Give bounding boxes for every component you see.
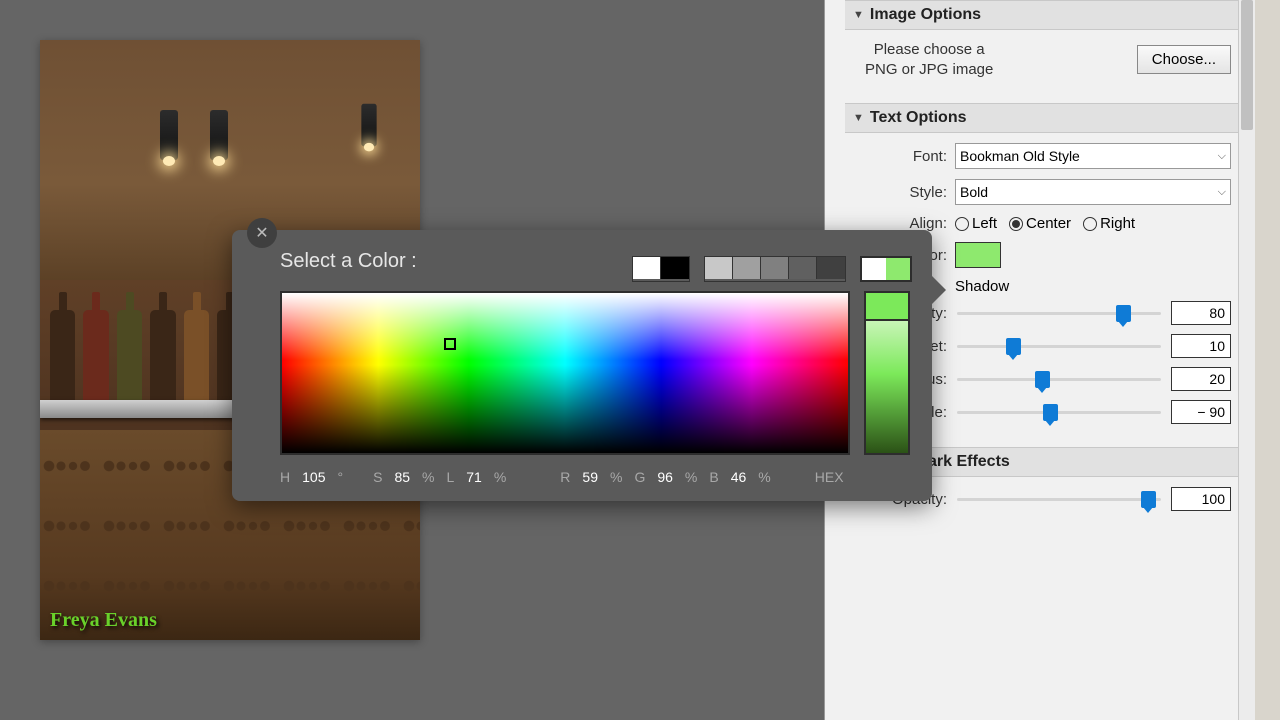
align-right-radio[interactable]: Right xyxy=(1083,215,1135,232)
swatch-gray2[interactable] xyxy=(733,257,761,279)
image-hint: Please choose a PNG or JPG image xyxy=(865,40,993,79)
section-title: Text Options xyxy=(870,109,967,127)
old-color xyxy=(862,258,886,280)
align-left-radio[interactable]: Left xyxy=(955,215,997,232)
g-value[interactable]: 96 xyxy=(657,469,673,485)
gray-swatches xyxy=(704,256,846,282)
shadow-offset-slider[interactable] xyxy=(957,336,1161,356)
font-select[interactable]: Bookman Old Style ⌵ xyxy=(955,143,1231,169)
swatch-gray1[interactable] xyxy=(705,257,733,279)
chevron-down-icon: ⌵ xyxy=(1218,186,1226,199)
shadow-opacity-field[interactable] xyxy=(1171,301,1231,325)
shadow-angle-field[interactable] xyxy=(1171,400,1231,424)
close-button[interactable]: ✕ xyxy=(247,218,277,248)
panel-scrollbar[interactable] xyxy=(1238,0,1255,720)
l-value[interactable]: 71 xyxy=(466,469,482,485)
swatch-black[interactable] xyxy=(661,257,689,279)
shadow-angle-slider[interactable] xyxy=(957,402,1161,422)
choose-button[interactable]: Choose... xyxy=(1137,45,1231,74)
shadow-opacity-slider[interactable] xyxy=(957,303,1161,323)
color-gradient[interactable] xyxy=(280,291,850,455)
section-title: Image Options xyxy=(870,6,981,24)
r-value[interactable]: 59 xyxy=(582,469,598,485)
h-value[interactable]: 105 xyxy=(302,469,325,485)
color-picker-popup: ✕ Select a Color : xyxy=(232,230,932,501)
align-center-radio[interactable]: Center xyxy=(1009,215,1071,232)
shadow-radius-slider[interactable] xyxy=(957,369,1161,389)
bw-swatches xyxy=(632,256,690,282)
swatch-gray3[interactable] xyxy=(761,257,789,279)
scrollbar-thumb[interactable] xyxy=(1241,0,1253,130)
section-image-options[interactable]: ▼ Image Options xyxy=(845,0,1241,30)
shadow-offset-field[interactable] xyxy=(1171,334,1231,358)
b-value[interactable]: 46 xyxy=(731,469,747,485)
new-color xyxy=(886,258,910,280)
close-icon: ✕ xyxy=(255,223,268,243)
picker-title: Select a Color : xyxy=(280,250,417,273)
shadow-label: Shadow xyxy=(955,278,1231,295)
fx-opacity-slider[interactable] xyxy=(957,489,1161,509)
chevron-down-icon: ▼ xyxy=(853,112,864,124)
watermark-text: Freya Evans xyxy=(50,609,157,632)
section-text-options[interactable]: ▼ Text Options xyxy=(845,103,1241,133)
pointer-arrow-icon xyxy=(930,274,946,306)
fx-opacity-field[interactable] xyxy=(1171,487,1231,511)
chevron-down-icon: ▼ xyxy=(853,9,864,21)
shadow-radius-field[interactable] xyxy=(1171,367,1231,391)
lightness-bar[interactable] xyxy=(864,291,910,455)
chevron-down-icon: ⌵ xyxy=(1218,150,1226,163)
gradient-cursor[interactable] xyxy=(444,338,456,350)
picker-values: H105° S85% L71% R59% G96% B46% HEX xyxy=(280,469,912,485)
style-label: Style: xyxy=(865,184,947,201)
hex-label[interactable]: HEX xyxy=(815,469,844,485)
swatch-gray5[interactable] xyxy=(817,257,845,279)
s-value[interactable]: 85 xyxy=(394,469,410,485)
swatch-gray4[interactable] xyxy=(789,257,817,279)
font-label: Font: xyxy=(865,148,947,165)
preview-swatch xyxy=(860,256,912,282)
swatch-white[interactable] xyxy=(633,257,661,279)
color-swatch[interactable] xyxy=(955,242,1001,268)
style-select[interactable]: Bold ⌵ xyxy=(955,179,1231,205)
